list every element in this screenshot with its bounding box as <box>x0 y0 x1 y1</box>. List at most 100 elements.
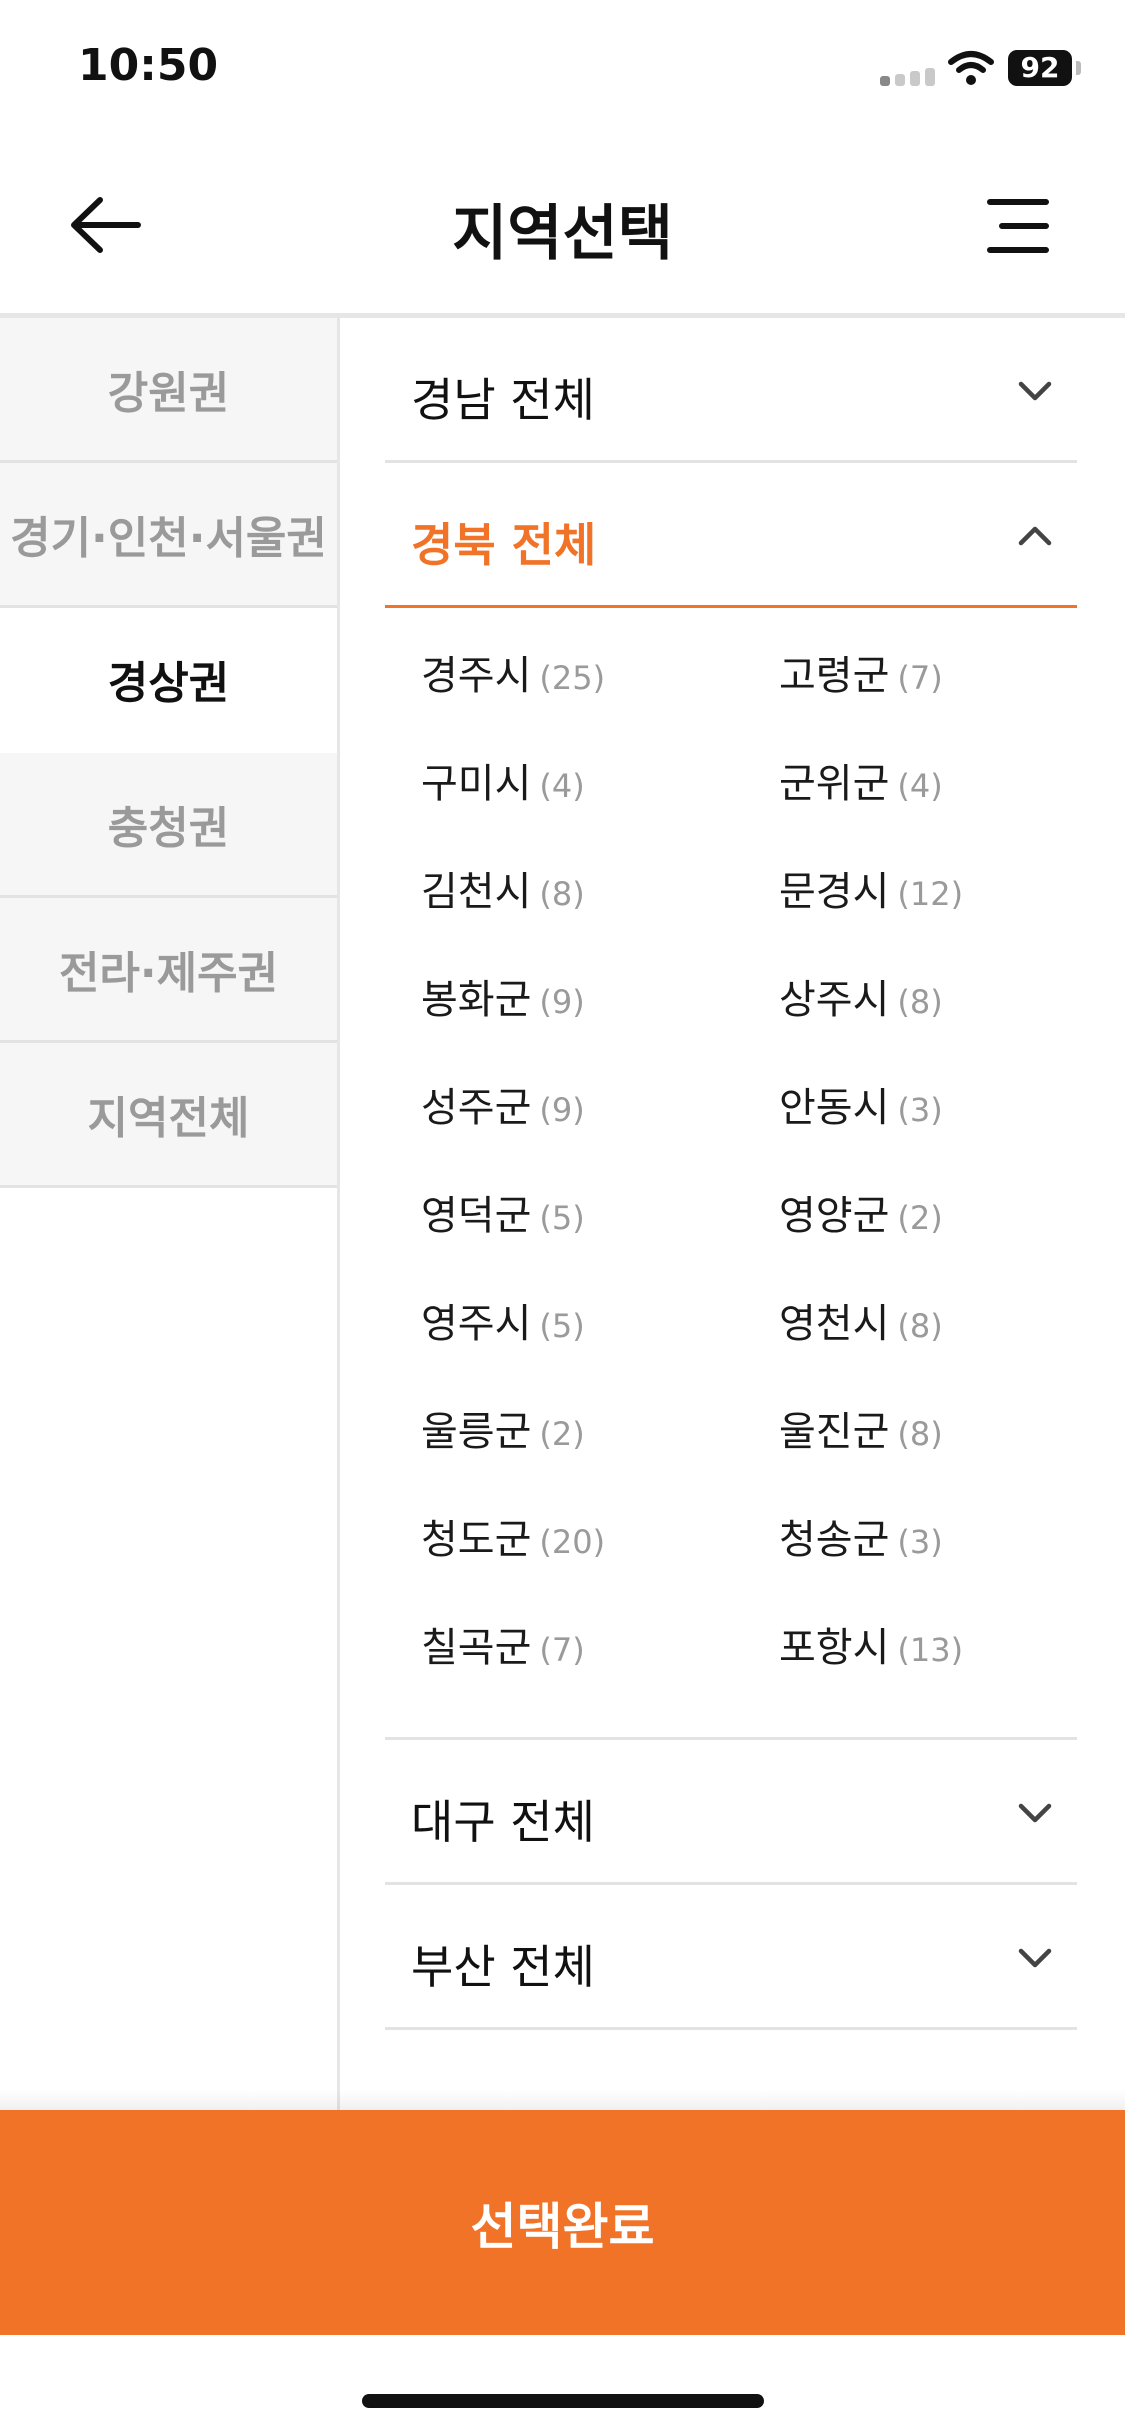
accordion-label: 경남 전체 <box>411 373 595 427</box>
city-count: (8) <box>897 983 943 1021</box>
city-item[interactable]: 고령군 (7) <box>743 646 1077 754</box>
city-count: (8) <box>897 1415 943 1453</box>
city-item[interactable]: 영덕군 (5) <box>385 1186 743 1294</box>
status-time: 10:50 <box>78 40 219 91</box>
menu-icon[interactable] <box>976 186 1056 266</box>
accordion-gyeongbuk[interactable]: 경북 전체 <box>385 463 1077 608</box>
status-bar: 10:50 92 <box>0 0 1125 140</box>
chevron-down-icon <box>1018 1803 1052 1823</box>
city-item[interactable]: 문경시 (12) <box>743 862 1077 970</box>
city-item[interactable]: 봉화군 (9) <box>385 970 743 1078</box>
accordion-label: 경북 전체 <box>411 518 597 572</box>
chevron-up-icon <box>1018 526 1052 546</box>
city-item[interactable]: 영천시 (8) <box>743 1294 1077 1402</box>
city-count: (25) <box>539 659 606 697</box>
city-count: (7) <box>897 659 943 697</box>
sidebar-item-jeolla-jeju[interactable]: 전라·제주권 <box>0 898 337 1043</box>
sidebar-item-label: 경상권 <box>107 658 230 709</box>
city-item[interactable]: 청송군 (3) <box>743 1510 1077 1618</box>
city-item[interactable]: 군위군 (4) <box>743 754 1077 862</box>
city-name: 청도군 <box>421 1517 532 1563</box>
city-name: 영주시 <box>421 1301 532 1347</box>
sidebar-item-label: 경기·인천·서울권 <box>10 513 327 564</box>
sidebar-item-label: 전라·제주권 <box>58 948 279 999</box>
sidebar-item-label: 지역전체 <box>87 1093 250 1144</box>
city-count: (12) <box>897 875 964 913</box>
city-count: (2) <box>897 1199 943 1237</box>
sidebar-item-label: 강원권 <box>107 368 230 419</box>
city-count: (13) <box>897 1631 964 1669</box>
page-title: 지역선택 <box>452 199 673 269</box>
accordion-busan[interactable]: 부산 전체 <box>385 1885 1077 2030</box>
city-item[interactable]: 울진군 (8) <box>743 1402 1077 1510</box>
city-item[interactable]: 김천시 (8) <box>385 862 743 970</box>
city-name: 청송군 <box>779 1517 890 1563</box>
accordion-daegu[interactable]: 대구 전체 <box>385 1740 1077 1885</box>
city-name: 칠곡군 <box>421 1625 532 1671</box>
city-count: (9) <box>539 983 585 1021</box>
city-name: 울진군 <box>779 1409 890 1455</box>
city-name: 성주군 <box>421 1085 532 1131</box>
sidebar-item-gyeongsang[interactable]: 경상권 <box>0 608 337 753</box>
battery-tip <box>1076 61 1081 75</box>
accordion-label: 대구 전체 <box>411 1795 595 1849</box>
city-name: 안동시 <box>779 1085 890 1131</box>
city-item[interactable]: 영주시 (5) <box>385 1294 743 1402</box>
button-shadow <box>0 2090 1125 2110</box>
city-name: 문경시 <box>779 869 890 915</box>
sidebar-item-all-regions[interactable]: 지역전체 <box>0 1043 337 1188</box>
city-item[interactable]: 안동시 (3) <box>743 1078 1077 1186</box>
city-item[interactable]: 영양군 (2) <box>743 1186 1077 1294</box>
city-name: 상주시 <box>779 977 890 1023</box>
region-list: 경남 전체 경북 전체 경주시 (25) 고령군 (7) 구미시 (4) 군위군 (4) 김천시… <box>385 318 1077 2030</box>
accordion-gyeongnam[interactable]: 경남 전체 <box>385 318 1077 463</box>
header: 지역선택 <box>0 140 1125 315</box>
city-item[interactable]: 칠곡군 (7) <box>385 1618 743 1726</box>
chevron-down-icon <box>1018 1948 1052 1968</box>
city-name: 영천시 <box>779 1301 890 1347</box>
city-name: 경주시 <box>421 653 532 699</box>
city-name: 고령군 <box>779 653 890 699</box>
city-item[interactable]: 청도군 (20) <box>385 1510 743 1618</box>
city-item[interactable]: 구미시 (4) <box>385 754 743 862</box>
city-count: (7) <box>539 1631 585 1669</box>
city-count: (9) <box>539 1091 585 1129</box>
city-count: (4) <box>897 767 943 805</box>
confirm-button-label: 선택완료 <box>470 2197 655 2256</box>
sidebar-item-gyeonggi-incheon-seoul[interactable]: 경기·인천·서울권 <box>0 463 337 608</box>
sidebar-item-chungcheong[interactable]: 충청권 <box>0 753 337 898</box>
region-sidebar: 강원권 경기·인천·서울권 경상권 충청권 전라·제주권 지역전체 <box>0 318 340 2110</box>
accordion-label: 부산 전체 <box>411 1940 595 1994</box>
sidebar-item-label: 충청권 <box>107 803 230 854</box>
city-count: (3) <box>897 1091 943 1129</box>
city-name: 구미시 <box>421 761 532 807</box>
home-indicator <box>362 2394 764 2408</box>
city-item[interactable]: 경주시 (25) <box>385 646 743 754</box>
city-count: (3) <box>897 1523 943 1561</box>
city-item[interactable]: 성주군 (9) <box>385 1078 743 1186</box>
city-name: 울릉군 <box>421 1409 532 1455</box>
city-name: 봉화군 <box>421 977 532 1023</box>
cellular-signal-icon <box>880 66 936 86</box>
city-item[interactable]: 상주시 (8) <box>743 970 1077 1078</box>
city-count: (8) <box>539 875 585 913</box>
city-item[interactable]: 포항시 (13) <box>743 1618 1077 1726</box>
city-count: (4) <box>539 767 585 805</box>
battery-icon: 92 <box>1008 50 1072 86</box>
city-count: (5) <box>539 1307 585 1345</box>
city-name: 김천시 <box>421 869 532 915</box>
city-name: 포항시 <box>779 1625 890 1671</box>
city-name: 군위군 <box>779 761 890 807</box>
city-count: (8) <box>897 1307 943 1345</box>
sidebar-item-gangwon[interactable]: 강원권 <box>0 318 337 463</box>
city-name: 영덕군 <box>421 1193 532 1239</box>
wifi-icon <box>948 51 994 85</box>
city-count: (2) <box>539 1415 585 1453</box>
chevron-down-icon <box>1018 381 1052 401</box>
city-name: 영양군 <box>779 1193 890 1239</box>
city-grid: 경주시 (25) 고령군 (7) 구미시 (4) 군위군 (4) 김천시 (8) 문경시 (12) 봉화… <box>385 608 1077 1740</box>
city-count: (20) <box>539 1523 606 1561</box>
city-item[interactable]: 울릉군 (2) <box>385 1402 743 1510</box>
city-count: (5) <box>539 1199 585 1237</box>
confirm-button[interactable]: 선택완료 <box>0 2110 1125 2335</box>
